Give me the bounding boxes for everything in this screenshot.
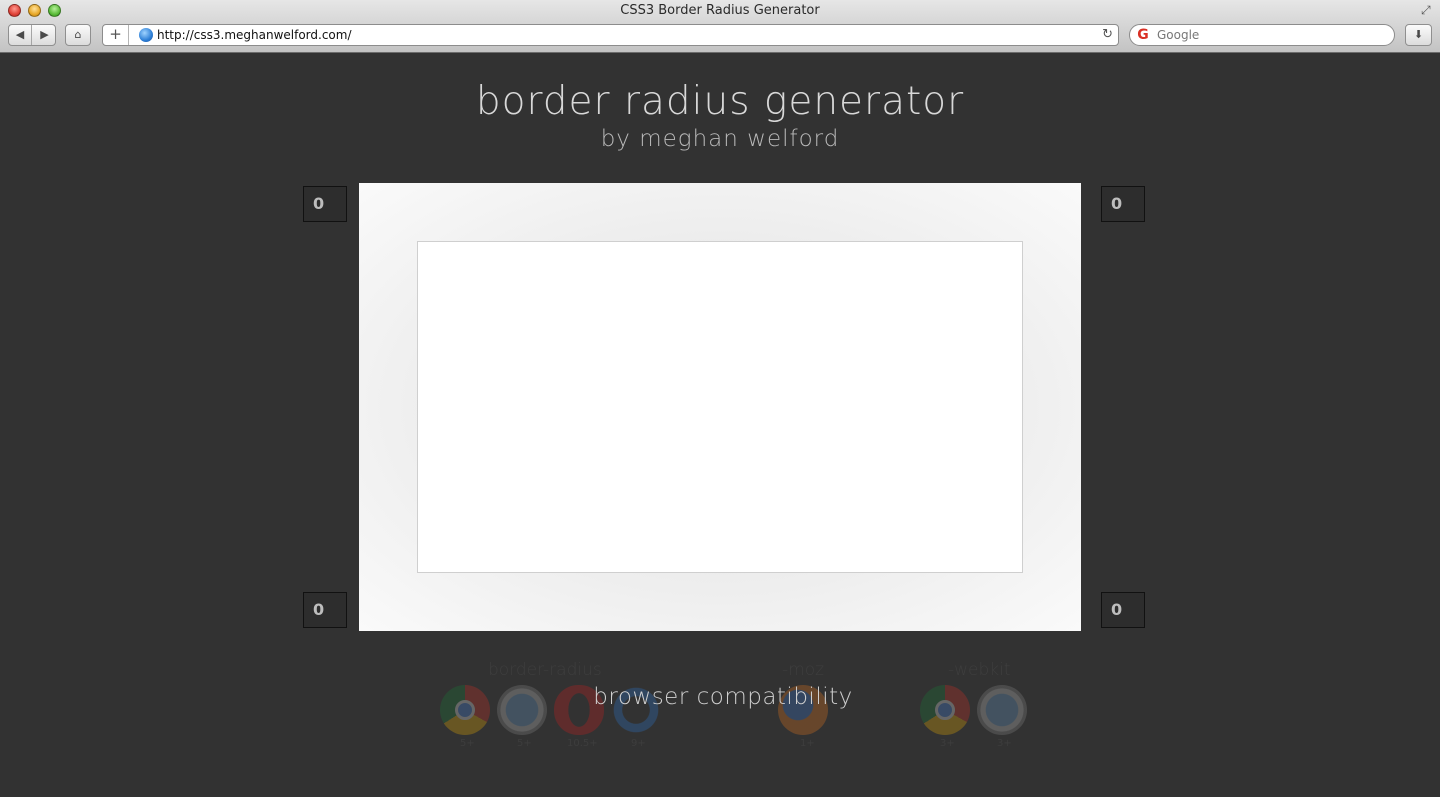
back-arrow-icon[interactable]: ◀	[9, 25, 32, 45]
window-title: CSS3 Border Radius Generator	[620, 3, 820, 18]
top-right-radius-input[interactable]: 0	[1101, 186, 1145, 222]
compat-group-label: border-radius	[488, 660, 602, 680]
zoom-window-icon[interactable]	[48, 4, 61, 17]
browser-compatibility-title[interactable]: browser compatibility	[0, 684, 1440, 710]
top-left-radius-input[interactable]: 0	[303, 186, 347, 222]
address-bar[interactable]: + http://css3.meghanwelford.com/ ↻	[102, 24, 1119, 46]
preview-frame	[359, 183, 1081, 631]
search-field[interactable]: G Google	[1129, 24, 1395, 46]
add-bookmark-icon[interactable]: +	[103, 25, 129, 45]
page-subtitle: by meghan welford	[600, 126, 840, 152]
downloads-icon[interactable]: ⬇	[1405, 24, 1432, 46]
browser-compatibility-panel: border-radius 5+ 5+ 10.5+ 9+ -moz 1+ -we…	[430, 660, 1050, 760]
forward-arrow-icon[interactable]: ▶	[33, 25, 56, 45]
close-window-icon[interactable]	[8, 4, 21, 17]
google-logo-icon[interactable]: G	[1134, 27, 1152, 43]
version-label: 5+	[460, 738, 475, 749]
bottom-left-radius-input[interactable]: 0	[303, 592, 347, 628]
browser-toolbar: CSS3 Border Radius Generator ⤢ ◀ ▶ ⌂ + h…	[0, 0, 1440, 53]
radius-preview-box	[417, 241, 1023, 573]
search-placeholder: Google	[1157, 28, 1200, 42]
home-icon[interactable]: ⌂	[65, 24, 91, 46]
version-label: 9+	[631, 738, 646, 749]
version-label: 5+	[517, 738, 532, 749]
compat-group-label: -webkit	[948, 660, 1011, 680]
url-text[interactable]: http://css3.meghanwelford.com/	[157, 25, 352, 45]
version-label: 10.5+	[567, 738, 598, 749]
reload-icon[interactable]: ↻	[1102, 25, 1113, 45]
bottom-right-radius-input[interactable]: 0	[1101, 592, 1145, 628]
version-label: 1+	[800, 738, 815, 749]
globe-icon	[139, 28, 153, 42]
compat-group-label: -moz	[782, 660, 825, 680]
back-forward-group: ◀ ▶	[8, 24, 56, 46]
version-label: 3+	[997, 738, 1012, 749]
fullscreen-icon[interactable]: ⤢	[1421, 3, 1435, 17]
minimize-window-icon[interactable]	[28, 4, 41, 17]
page-title: border radius generator	[475, 79, 965, 124]
version-label: 3+	[940, 738, 955, 749]
